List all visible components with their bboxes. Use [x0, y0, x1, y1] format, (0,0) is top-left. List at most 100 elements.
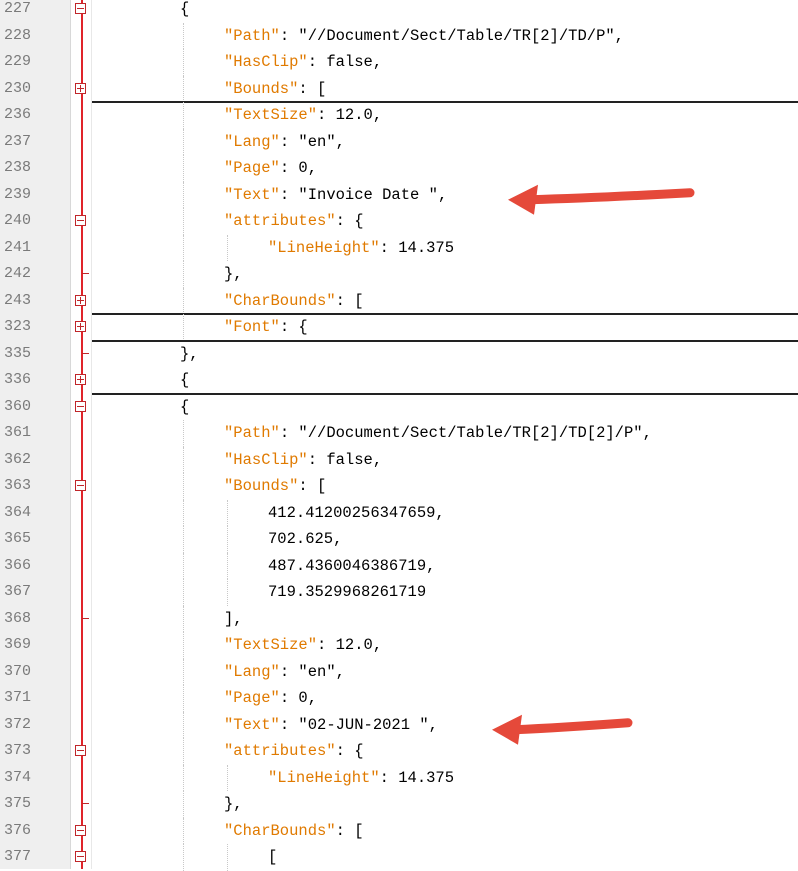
- code-line[interactable]: 336 {: [0, 367, 798, 394]
- fold-end-marker: [82, 352, 89, 354]
- code-text: "Lang": "en",: [224, 133, 345, 151]
- code-text: "Text": "02-JUN-2021 ",: [224, 716, 438, 734]
- json-value: },: [224, 265, 243, 283]
- code-line[interactable]: 368],: [0, 605, 798, 632]
- json-value: : false,: [307, 450, 383, 469]
- indent-guide: [227, 499, 228, 526]
- collapse-fold-icon[interactable]: [75, 400, 86, 412]
- json-value: ],: [224, 609, 243, 628]
- line-number: 361: [4, 424, 32, 441]
- collapse-fold-icon[interactable]: [75, 480, 86, 491]
- code-text: "CharBounds": [: [224, 822, 364, 840]
- indent-guide: [227, 552, 228, 579]
- line-number: 336: [4, 371, 32, 388]
- code-line[interactable]: 323 "Font": {: [0, 314, 798, 341]
- code-text: [: [268, 848, 277, 866]
- expand-fold-icon[interactable]: [75, 82, 86, 94]
- code-line[interactable]: 227 {: [0, 0, 798, 23]
- json-value: : 0,: [279, 689, 318, 707]
- line-number: 366: [4, 556, 32, 574]
- code-line[interactable]: 364 412.41200256347659,: [0, 499, 798, 526]
- line-number: 374: [4, 768, 32, 786]
- code-line[interactable]: 240 "attributes": {: [0, 208, 798, 235]
- expand-fold-icon[interactable]: [75, 321, 86, 332]
- code-line[interactable]: 366 487.4360046386719,: [0, 552, 798, 579]
- code-line[interactable]: 373 "attributes": {: [0, 738, 798, 765]
- json-key: "HasClip": [224, 53, 308, 71]
- line-number: 243: [4, 291, 32, 309]
- indent-guide: [183, 208, 184, 235]
- expand-fold-icon[interactable]: [75, 294, 86, 306]
- indent-guide: [183, 75, 184, 102]
- code-text: "CharBounds": [: [224, 292, 364, 310]
- code-line[interactable]: 228 "Path": "//Document/Sect/Table/TR[2]/…: [0, 22, 798, 49]
- collapse-fold-icon[interactable]: [75, 215, 86, 226]
- json-value: : {: [279, 318, 308, 336]
- code-line[interactable]: 372 "Text": "02-JUN-2021 ",: [0, 711, 798, 738]
- line-number: 368: [4, 609, 32, 627]
- json-value: : [: [298, 79, 327, 98]
- line-number: 364: [4, 503, 32, 521]
- indent-guide: [183, 526, 184, 553]
- json-key: "LineHeight": [268, 238, 380, 257]
- line-number: 373: [4, 742, 32, 759]
- code-line[interactable]: 243 "CharBounds": [: [0, 287, 798, 314]
- code-line[interactable]: 229 "HasClip": false,: [0, 49, 798, 76]
- code-line[interactable]: 237 "Lang": "en",: [0, 128, 798, 155]
- code-line[interactable]: 335},: [0, 341, 798, 368]
- code-line[interactable]: 374 "LineHeight": 14.375: [0, 764, 798, 791]
- code-line[interactable]: 242},: [0, 261, 798, 288]
- code-line[interactable]: 370 "Lang": "en",: [0, 658, 798, 685]
- indent-guide: [183, 632, 184, 659]
- code-line[interactable]: 376 "CharBounds": [: [0, 817, 798, 844]
- line-number: 335: [4, 344, 32, 362]
- code-text: },: [224, 795, 243, 813]
- indent-guide: [183, 420, 184, 447]
- json-value: : 12.0,: [317, 106, 383, 124]
- code-text: "Page": 0,: [224, 689, 317, 707]
- indent-guide: [183, 844, 184, 871]
- code-line[interactable]: 361 "Path": "//Document/Sect/Table/TR[2]/…: [0, 420, 798, 447]
- code-text: "Path": "//Document/Sect/Table/TR[2]/TD/…: [224, 27, 624, 45]
- json-key: "Page": [224, 689, 280, 707]
- indent-guide: [183, 658, 184, 685]
- code-text: "Lang": "en",: [224, 663, 345, 681]
- code-line[interactable]: 241 "LineHeight": 14.375: [0, 234, 798, 261]
- code-line[interactable]: 363 "Bounds": [: [0, 473, 798, 500]
- code-line[interactable]: 367 719.3529968261719: [0, 579, 798, 606]
- indent-guide: [183, 579, 184, 606]
- code-line[interactable]: 239 "Text": "Invoice Date ",: [0, 181, 798, 208]
- fold-end-marker: [82, 617, 89, 619]
- json-key: "Bounds": [224, 79, 299, 98]
- json-value: {: [180, 371, 190, 389]
- collapse-fold-icon[interactable]: [75, 3, 86, 14]
- code-text: "Text": "Invoice Date ",: [224, 186, 447, 204]
- collapse-fold-icon[interactable]: [75, 745, 86, 756]
- indent-guide: [183, 155, 184, 182]
- code-line[interactable]: 375},: [0, 791, 798, 818]
- line-number: 369: [4, 636, 32, 653]
- line-number: 230: [4, 79, 32, 97]
- indent-guide: [183, 711, 184, 738]
- indent-guide: [227, 844, 228, 871]
- code-line[interactable]: 230 "Bounds": [: [0, 75, 798, 102]
- collapse-fold-icon[interactable]: [75, 851, 86, 862]
- json-value: 719.3529968261719: [268, 583, 427, 601]
- code-line[interactable]: 377 [: [0, 844, 798, 871]
- code-line[interactable]: 360 {: [0, 394, 798, 421]
- json-value: : "en",: [279, 132, 345, 151]
- json-key: "TextSize": [224, 106, 318, 124]
- indent-guide: [183, 738, 184, 765]
- indent-guide: [183, 314, 184, 341]
- collapse-fold-icon[interactable]: [75, 824, 86, 836]
- json-value: : "02-JUN-2021 ",: [279, 715, 438, 734]
- code-line[interactable]: 369 "TextSize": 12.0,: [0, 632, 798, 659]
- code-line[interactable]: 236 "TextSize": 12.0,: [0, 102, 798, 129]
- json-value: : [: [335, 291, 364, 310]
- expand-fold-icon[interactable]: [75, 374, 86, 385]
- code-text: "HasClip": false,: [224, 53, 382, 71]
- code-line[interactable]: 362 "HasClip": false,: [0, 446, 798, 473]
- code-line[interactable]: 365 702.625,: [0, 526, 798, 553]
- code-line[interactable]: 371 "Page": 0,: [0, 685, 798, 712]
- code-line[interactable]: 238 "Page": 0,: [0, 155, 798, 182]
